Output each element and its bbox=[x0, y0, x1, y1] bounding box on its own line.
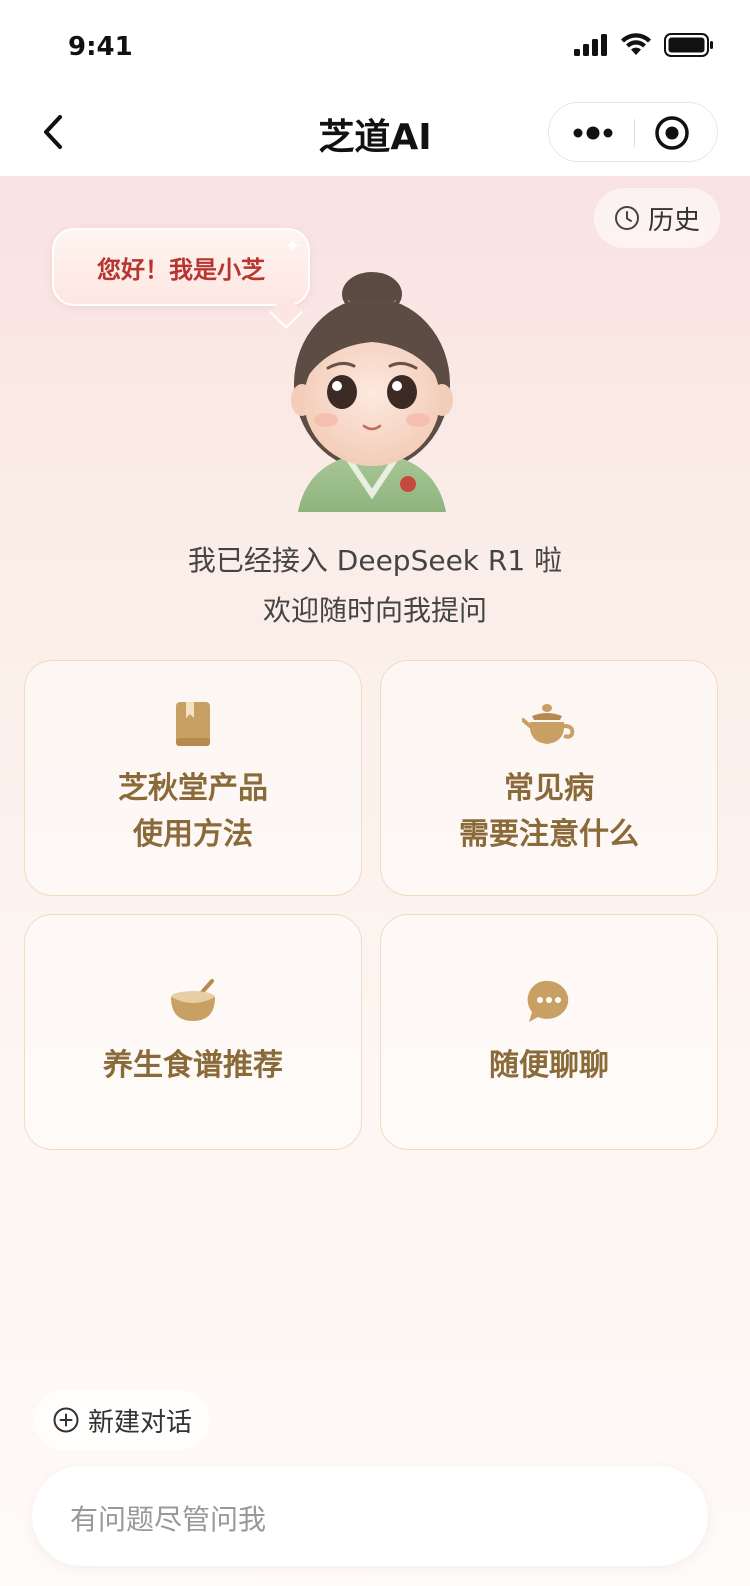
card-label: 常见病 需要注意什么 bbox=[459, 771, 639, 852]
card-label: 养生食谱推荐 bbox=[103, 1048, 283, 1083]
target-close-icon bbox=[655, 116, 689, 150]
status-time: 9:41 bbox=[68, 32, 133, 62]
card-label: 随便聊聊 bbox=[489, 1048, 609, 1083]
plus-circle-icon bbox=[53, 1407, 79, 1433]
chat-input[interactable]: 有问题尽管问我 bbox=[32, 1466, 708, 1566]
close-mini-program-button[interactable] bbox=[653, 114, 691, 152]
welcome-line-1: 我已经接入 DeepSeek R1 啦 bbox=[187, 544, 563, 577]
book-icon bbox=[176, 702, 210, 746]
suggestion-card-product-usage[interactable]: 芝秋堂产品 使用方法 bbox=[24, 660, 362, 896]
chat-home: 历史 您好！我是小芝 ✦ 我已经接入 DeepSeek R1 啦 欢迎随时向我提… bbox=[0, 176, 750, 1586]
bowl-icon bbox=[171, 979, 215, 1021]
assistant-avatar bbox=[291, 272, 453, 512]
welcome-message: 我已经接入 DeepSeek R1 啦 欢迎随时向我提问 bbox=[0, 536, 750, 636]
signal-icon bbox=[574, 34, 607, 56]
wifi-icon bbox=[621, 33, 651, 55]
new-chat-button[interactable]: 新建对话 bbox=[34, 1390, 211, 1450]
mini-program-capsule bbox=[548, 102, 718, 162]
teapot-icon bbox=[522, 704, 575, 744]
more-dots-icon bbox=[573, 126, 613, 140]
welcome-line-2: 欢迎随时向我提问 bbox=[262, 594, 487, 627]
status-bar: 9:41 bbox=[0, 0, 750, 92]
chat-bubble-icon bbox=[527, 980, 569, 1022]
suggestion-card-common-illness[interactable]: 常见病 需要注意什么 bbox=[380, 660, 718, 896]
status-icons bbox=[574, 33, 714, 57]
new-chat-label: 新建对话 bbox=[88, 1407, 193, 1438]
sparkle-icon: ✦ bbox=[284, 234, 301, 258]
clock-icon bbox=[614, 206, 639, 230]
nav-bar: 芝道AI bbox=[0, 92, 750, 176]
suggestion-card-casual-chat[interactable]: 随便聊聊 bbox=[380, 914, 718, 1150]
suggestion-card-health-recipes[interactable]: 养生食谱推荐 bbox=[24, 914, 362, 1150]
chat-input-placeholder: 有问题尽管问我 bbox=[70, 1503, 267, 1536]
card-label: 芝秋堂产品 使用方法 bbox=[118, 771, 268, 852]
history-label: 历史 bbox=[647, 205, 700, 236]
history-button[interactable]: 历史 bbox=[593, 188, 720, 248]
capsule-divider bbox=[634, 119, 635, 147]
more-button[interactable] bbox=[571, 117, 615, 149]
battery-icon bbox=[664, 33, 713, 57]
